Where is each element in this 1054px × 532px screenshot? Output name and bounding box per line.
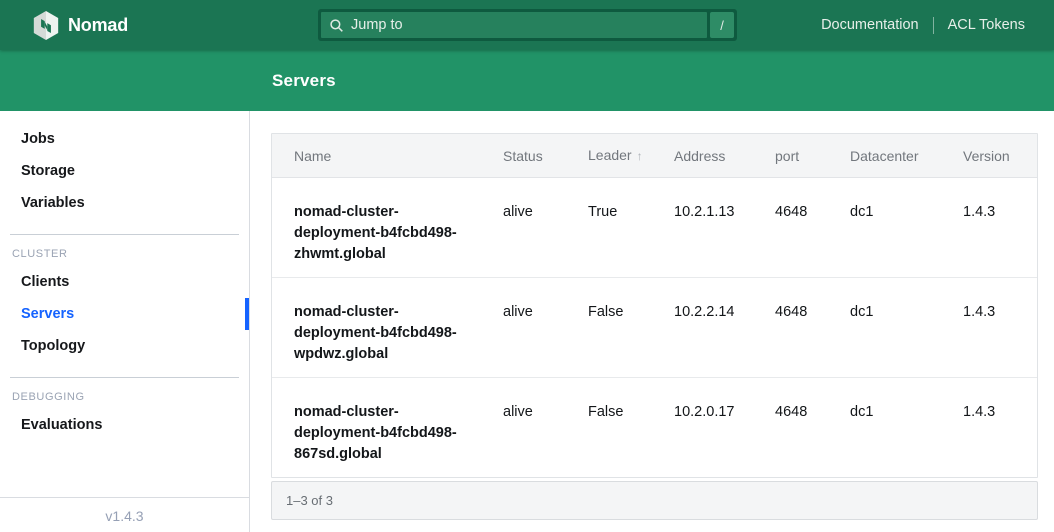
column-header-datacenter[interactable]: Datacenter	[850, 134, 963, 178]
server-version-cell: 1.4.3	[963, 278, 1037, 378]
server-status-cell: alive	[503, 378, 588, 478]
nomad-version-label: v1.4.3	[105, 508, 143, 524]
sort-ascending-icon: ↑	[637, 149, 643, 163]
column-header-name[interactable]: Name	[272, 134, 503, 178]
sidebar-cluster-group: Clients Servers Topology	[0, 266, 249, 362]
sidebar-item-storage[interactable]: Storage	[0, 155, 249, 187]
server-datacenter-cell: dc1	[850, 278, 963, 378]
pagination-range-label: 1–3 of 3	[286, 493, 333, 508]
sidebar-group-label-debugging: DEBUGGING	[12, 391, 249, 403]
server-datacenter-cell: dc1	[850, 378, 963, 478]
sidebar-group-label-cluster: CLUSTER	[12, 248, 249, 260]
search-icon	[329, 18, 344, 33]
server-leader-cell: True	[588, 178, 674, 278]
pagination-bar: 1–3 of 3	[271, 481, 1038, 520]
server-name-cell: nomad-cluster-deployment-b4fcbd498-zhwmt…	[272, 178, 503, 278]
sidebar-divider	[10, 234, 239, 235]
sidebar: Jobs Storage Variables CLUSTER Clients S…	[0, 111, 250, 532]
column-header-leader[interactable]: Leader↑	[588, 134, 674, 178]
server-address-cell: 10.2.1.13	[674, 178, 775, 278]
server-status-cell: alive	[503, 178, 588, 278]
sidebar-item-variables[interactable]: Variables	[0, 187, 249, 219]
server-name-cell: nomad-cluster-deployment-b4fcbd498-wpdwz…	[272, 278, 503, 378]
sidebar-divider	[10, 377, 239, 378]
brand-wordmark: Nomad	[68, 15, 128, 36]
sidebar-item-clients[interactable]: Clients	[0, 266, 249, 298]
sidebar-item-topology[interactable]: Topology	[0, 330, 249, 362]
sidebar-footer: v1.4.3	[0, 497, 249, 532]
page-title: Servers	[272, 71, 336, 91]
server-port-cell: 4648	[775, 178, 850, 278]
nomad-home-link[interactable]: Nomad	[33, 11, 128, 40]
server-datacenter-cell: dc1	[850, 178, 963, 278]
server-row[interactable]: nomad-cluster-deployment-b4fcbd498-867sd…	[272, 378, 1037, 478]
sidebar-item-servers[interactable]: Servers	[0, 298, 249, 330]
search-input[interactable]	[351, 17, 699, 33]
server-row[interactable]: nomad-cluster-deployment-b4fcbd498-wpdwz…	[272, 278, 1037, 378]
navbar-links: Documentation ACL Tokens	[821, 17, 1025, 34]
server-address-cell: 10.2.0.17	[674, 378, 775, 478]
jump-to-search[interactable]: /	[318, 9, 737, 41]
column-header-status[interactable]: Status	[503, 134, 588, 178]
server-port-cell: 4648	[775, 378, 850, 478]
servers-table: Name Status Leader↑ Address port Datacen…	[272, 134, 1037, 477]
servers-table-container: Name Status Leader↑ Address port Datacen…	[271, 133, 1038, 478]
server-row[interactable]: nomad-cluster-deployment-b4fcbd498-zhwmt…	[272, 178, 1037, 278]
acl-tokens-link[interactable]: ACL Tokens	[948, 17, 1025, 33]
documentation-link[interactable]: Documentation	[821, 17, 919, 33]
column-header-port[interactable]: port	[775, 134, 850, 178]
main-content: Name Status Leader↑ Address port Datacen…	[250, 111, 1054, 532]
search-field[interactable]	[321, 12, 707, 38]
sidebar-item-jobs[interactable]: Jobs	[0, 123, 249, 155]
sidebar-item-evaluations[interactable]: Evaluations	[0, 409, 249, 441]
server-leader-cell: False	[588, 278, 674, 378]
top-navbar: Nomad / Documentation ACL Tokens	[0, 0, 1054, 50]
navbar-links-divider	[933, 17, 934, 34]
server-version-cell: 1.4.3	[963, 378, 1037, 478]
server-status-cell: alive	[503, 278, 588, 378]
sidebar-main-group: Jobs Storage Variables	[0, 123, 249, 219]
table-header-row: Name Status Leader↑ Address port Datacen…	[272, 134, 1037, 178]
server-port-cell: 4648	[775, 278, 850, 378]
server-name-cell: nomad-cluster-deployment-b4fcbd498-867sd…	[272, 378, 503, 478]
server-leader-cell: False	[588, 378, 674, 478]
server-version-cell: 1.4.3	[963, 178, 1037, 278]
sidebar-spacer	[0, 441, 249, 497]
page-header-bar: Servers	[0, 50, 1054, 111]
column-header-version[interactable]: Version	[963, 134, 1037, 178]
column-header-address[interactable]: Address	[674, 134, 775, 178]
nomad-logo-icon	[33, 11, 59, 40]
sidebar-debugging-group: Evaluations	[0, 409, 249, 441]
server-address-cell: 10.2.2.14	[674, 278, 775, 378]
slash-shortcut-key: /	[710, 12, 734, 38]
